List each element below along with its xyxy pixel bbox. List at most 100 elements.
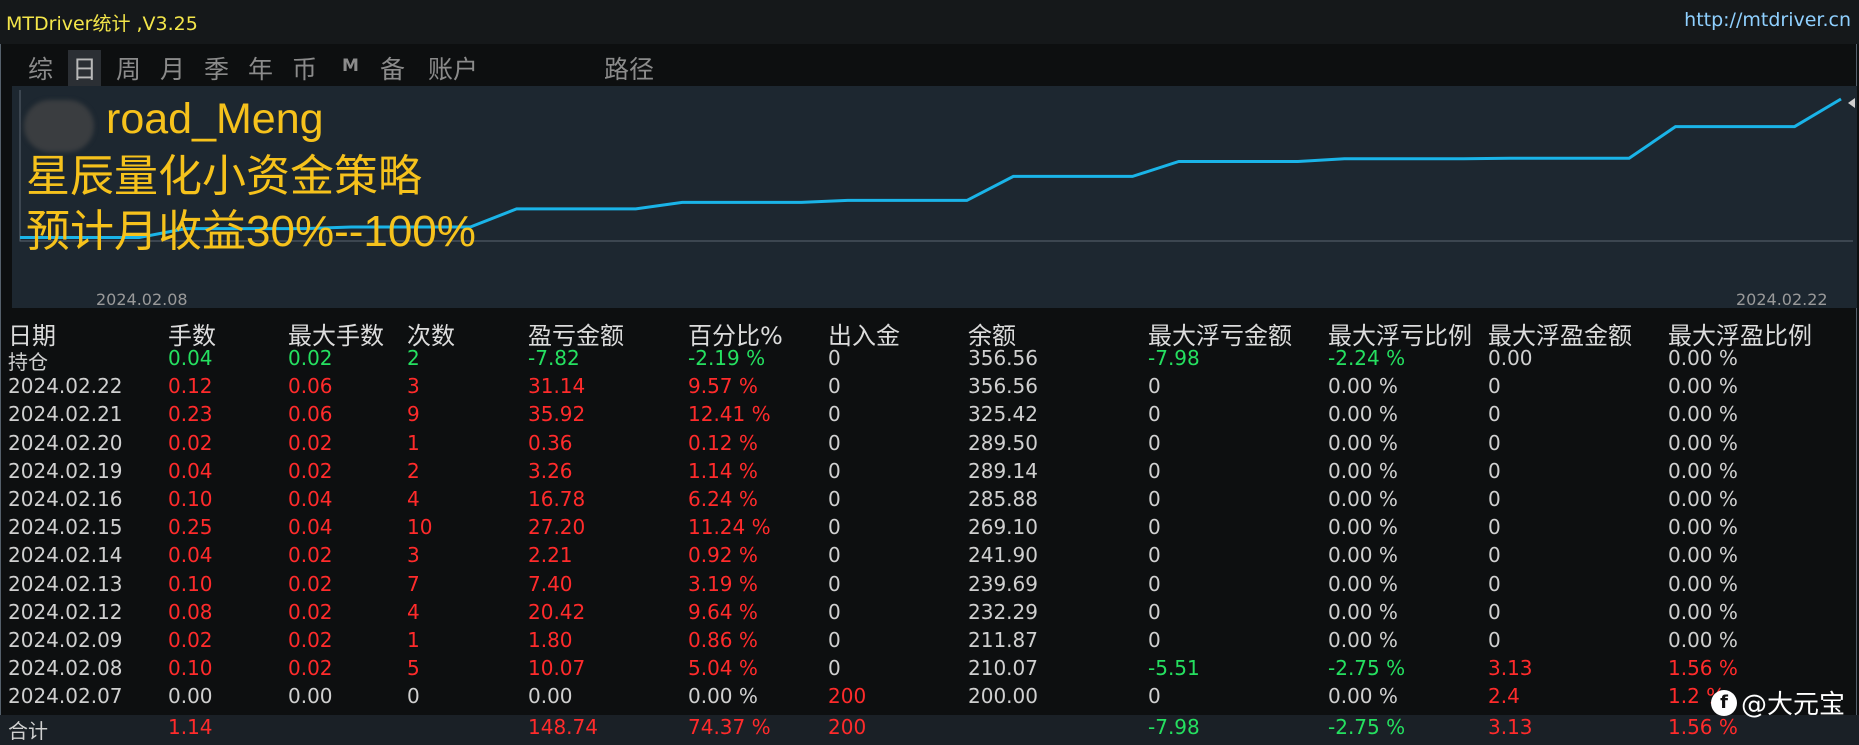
total-cell-date: 合计 — [8, 715, 48, 744]
table-cell-pct: 1.14 % — [688, 459, 758, 483]
tab-account[interactable]: 账户 — [428, 50, 478, 86]
table-cell-max-float-profit: 0 — [1488, 459, 1501, 483]
tab-m[interactable]: M — [342, 56, 359, 76]
table-cell-lots: 0.25 — [168, 515, 213, 539]
table-cell-max-float-profit: 0 — [1488, 487, 1501, 511]
table-row[interactable]: 2024.02.080.100.02510.075.04 %0210.07-5.… — [0, 656, 1859, 684]
table-cell-pct: 9.64 % — [688, 600, 758, 624]
table-cell-max-float-profit-pct: 0.00 % — [1668, 487, 1738, 511]
table-cell-count: 2 — [407, 459, 420, 483]
table-cell-balance: 356.56 — [968, 346, 1038, 370]
table-cell-max-float-loss: 0 — [1148, 684, 1161, 708]
table-cell-io: 0 — [828, 656, 841, 680]
table-cell-max-float-profit: 0 — [1488, 628, 1501, 652]
table-cell-date: 持仓 — [8, 346, 48, 375]
table-cell-max-float-loss-pct: 0.00 % — [1328, 402, 1398, 426]
table-row[interactable]: 2024.02.090.020.0211.800.86 %0211.8700.0… — [0, 628, 1859, 656]
table-cell-date: 2024.02.16 — [8, 487, 123, 511]
table-cell-max-float-loss: 0 — [1148, 543, 1161, 567]
table-row[interactable]: 2024.02.220.120.06331.149.57 %0356.5600.… — [0, 374, 1859, 402]
table-cell-balance: 232.29 — [968, 600, 1038, 624]
tab-quarter[interactable]: 季 — [204, 50, 229, 86]
table-cell-pnl: 35.92 — [528, 402, 585, 426]
table-cell-lots: 0.02 — [168, 431, 213, 455]
table-cell-max-float-loss-pct: 0.00 % — [1328, 487, 1398, 511]
total-cell-pct: 74.37 % — [688, 715, 771, 739]
table-cell-count: 4 — [407, 487, 420, 511]
table-cell-max-float-loss: -7.98 — [1148, 346, 1200, 370]
table-cell-io: 200 — [828, 684, 866, 708]
table-cell-max-float-profit-pct: 0.00 % — [1668, 374, 1738, 398]
table-cell-lots: 0.10 — [168, 656, 213, 680]
table-cell-lots: 0.10 — [168, 572, 213, 596]
table-cell-max-lots: 0.02 — [288, 459, 333, 483]
table-cell-io: 0 — [828, 346, 841, 370]
tab-currency[interactable]: 币 — [292, 50, 317, 86]
tab-overview[interactable]: 综 — [28, 50, 53, 86]
watermark: f @大元宝 — [1711, 684, 1845, 721]
table-cell-pnl: 2.21 — [528, 543, 573, 567]
app-title: MTDriver统计 ,V3.25 — [6, 9, 198, 36]
table-cell-max-float-profit-pct: 0.00 % — [1668, 459, 1738, 483]
table-cell-io: 0 — [828, 600, 841, 624]
site-link[interactable]: http://mtdriver.cn — [1684, 9, 1851, 31]
table-cell-max-float-loss-pct: 0.00 % — [1328, 572, 1398, 596]
table-cell-pnl: 16.78 — [528, 487, 585, 511]
watermark-logo-icon: f — [1711, 690, 1737, 716]
table-cell-max-float-profit-pct: 0.00 % — [1668, 600, 1738, 624]
tab-year[interactable]: 年 — [248, 50, 273, 86]
tab-notes[interactable]: 备 — [380, 50, 405, 86]
table-cell-max-float-loss-pct: 0.00 % — [1328, 431, 1398, 455]
table-cell-pct: 6.24 % — [688, 487, 758, 511]
table-cell-max-float-loss-pct: 0.00 % — [1328, 684, 1398, 708]
table-cell-max-lots: 0.02 — [288, 628, 333, 652]
table-cell-lots: 0.04 — [168, 543, 213, 567]
total-cell-io: 200 — [828, 715, 866, 739]
table-cell-max-float-profit: 0 — [1488, 572, 1501, 596]
tab-path[interactable]: 路径 — [604, 50, 654, 86]
table-cell-max-float-profit: 0 — [1488, 431, 1501, 455]
table-row[interactable]: 2024.02.200.020.0210.360.12 %0289.5000.0… — [0, 431, 1859, 459]
table-cell-lots: 0.02 — [168, 628, 213, 652]
table-cell-max-float-loss: 0 — [1148, 487, 1161, 511]
table-cell-pnl: 0.36 — [528, 431, 573, 455]
table-cell-date: 2024.02.07 — [8, 684, 123, 708]
table-cell-max-float-loss-pct: 0.00 % — [1328, 459, 1398, 483]
tab-week[interactable]: 周 — [116, 50, 141, 86]
table-row[interactable]: 2024.02.130.100.0277.403.19 %0239.6900.0… — [0, 572, 1859, 600]
table-cell-max-float-profit: 0 — [1488, 374, 1501, 398]
table-cell-balance: 285.88 — [968, 487, 1038, 511]
table-cell-count: 5 — [407, 656, 420, 680]
position-row[interactable]: 持仓0.040.022-7.82-2.19 %0356.56-7.98-2.24… — [0, 346, 1859, 374]
table-row[interactable]: 2024.02.210.230.06935.9212.41 %0325.4200… — [0, 402, 1859, 430]
table-cell-date: 2024.02.22 — [8, 374, 123, 398]
table-row[interactable]: 2024.02.160.100.04416.786.24 %0285.8800.… — [0, 487, 1859, 515]
chart-scroll-arrow-icon[interactable] — [1848, 98, 1855, 108]
table-cell-max-float-loss: 0 — [1148, 431, 1161, 455]
tab-day[interactable]: 日 — [68, 50, 101, 86]
table-cell-balance: 289.50 — [968, 431, 1038, 455]
table-row[interactable]: 2024.02.150.250.041027.2011.24 %0269.100… — [0, 515, 1859, 543]
table-cell-max-float-profit-pct: 0.00 % — [1668, 628, 1738, 652]
total-cell-max-float-loss: -7.98 — [1148, 715, 1200, 739]
table-cell-pct: 0.12 % — [688, 431, 758, 455]
table-cell-max-lots: 0.04 — [288, 487, 333, 511]
table-row[interactable]: 2024.02.120.080.02420.429.64 %0232.2900.… — [0, 600, 1859, 628]
table-cell-date: 2024.02.12 — [8, 600, 123, 624]
table-cell-count: 2 — [407, 346, 420, 370]
table-cell-max-float-loss-pct: -2.24 % — [1328, 346, 1405, 370]
tab-month[interactable]: 月 — [160, 50, 185, 86]
table-cell-max-float-profit: 0 — [1488, 600, 1501, 624]
table-row[interactable]: 2024.02.070.000.0000.000.00 %200200.0000… — [0, 684, 1859, 712]
table-cell-pct: 3.19 % — [688, 572, 758, 596]
table-cell-max-float-profit-pct: 1.56 % — [1668, 656, 1738, 680]
table-cell-max-lots: 0.02 — [288, 346, 333, 370]
total-cell-max-float-profit: 3.13 — [1488, 715, 1533, 739]
table-row[interactable]: 2024.02.140.040.0232.210.92 %0241.9000.0… — [0, 543, 1859, 571]
chart-start-date: 2024.02.08 — [96, 290, 188, 309]
table-cell-date: 2024.02.15 — [8, 515, 123, 539]
table-cell-balance: 200.00 — [968, 684, 1038, 708]
table-cell-count: 10 — [407, 515, 432, 539]
table-row[interactable]: 2024.02.190.040.0223.261.14 %0289.1400.0… — [0, 459, 1859, 487]
table-cell-pct: 9.57 % — [688, 374, 758, 398]
